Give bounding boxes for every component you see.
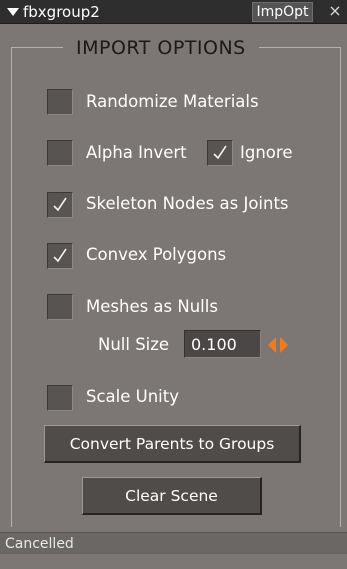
ignore-label: Ignore bbox=[240, 143, 293, 162]
scale-unity-checkbox[interactable] bbox=[47, 385, 73, 411]
skeleton-nodes-label: Skeleton Nodes as Joints bbox=[86, 194, 289, 213]
close-icon[interactable]: × bbox=[326, 1, 344, 21]
title-bar: fbxgroup2 ImpOpt × bbox=[0, 0, 347, 24]
null-size-input[interactable] bbox=[184, 330, 261, 358]
status-bar: Cancelled bbox=[0, 532, 347, 554]
checkmark-icon bbox=[53, 197, 67, 212]
convert-parents-button[interactable]: Convert Parents to Groups bbox=[44, 425, 301, 463]
alpha-invert-checkbox[interactable] bbox=[47, 140, 73, 166]
null-size-spinner-icon[interactable] bbox=[265, 333, 299, 357]
null-size-label: Null Size bbox=[98, 335, 170, 354]
status-text: Cancelled bbox=[5, 536, 74, 552]
randomize-materials-checkbox[interactable] bbox=[47, 89, 73, 115]
alpha-invert-label: Alpha Invert bbox=[86, 143, 187, 162]
window-title: fbxgroup2 bbox=[23, 3, 100, 21]
collapse-arrow-icon[interactable] bbox=[7, 8, 19, 16]
convex-polygons-checkbox[interactable] bbox=[47, 243, 73, 269]
skeleton-nodes-checkbox[interactable] bbox=[47, 192, 73, 218]
group-title: IMPORT OPTIONS bbox=[63, 35, 259, 61]
tab-impopt[interactable]: ImpOpt bbox=[252, 2, 313, 22]
checkmark-icon bbox=[53, 248, 67, 263]
randomize-materials-label: Randomize Materials bbox=[86, 92, 259, 111]
meshes-as-nulls-checkbox[interactable] bbox=[47, 294, 73, 320]
checkmark-icon bbox=[213, 145, 227, 160]
clear-scene-button[interactable]: Clear Scene bbox=[82, 477, 262, 515]
meshes-as-nulls-label: Meshes as Nulls bbox=[86, 297, 218, 316]
ignore-checkbox[interactable] bbox=[207, 140, 233, 166]
convex-polygons-label: Convex Polygons bbox=[86, 245, 227, 264]
scale-unity-label: Scale Unity bbox=[86, 387, 179, 406]
